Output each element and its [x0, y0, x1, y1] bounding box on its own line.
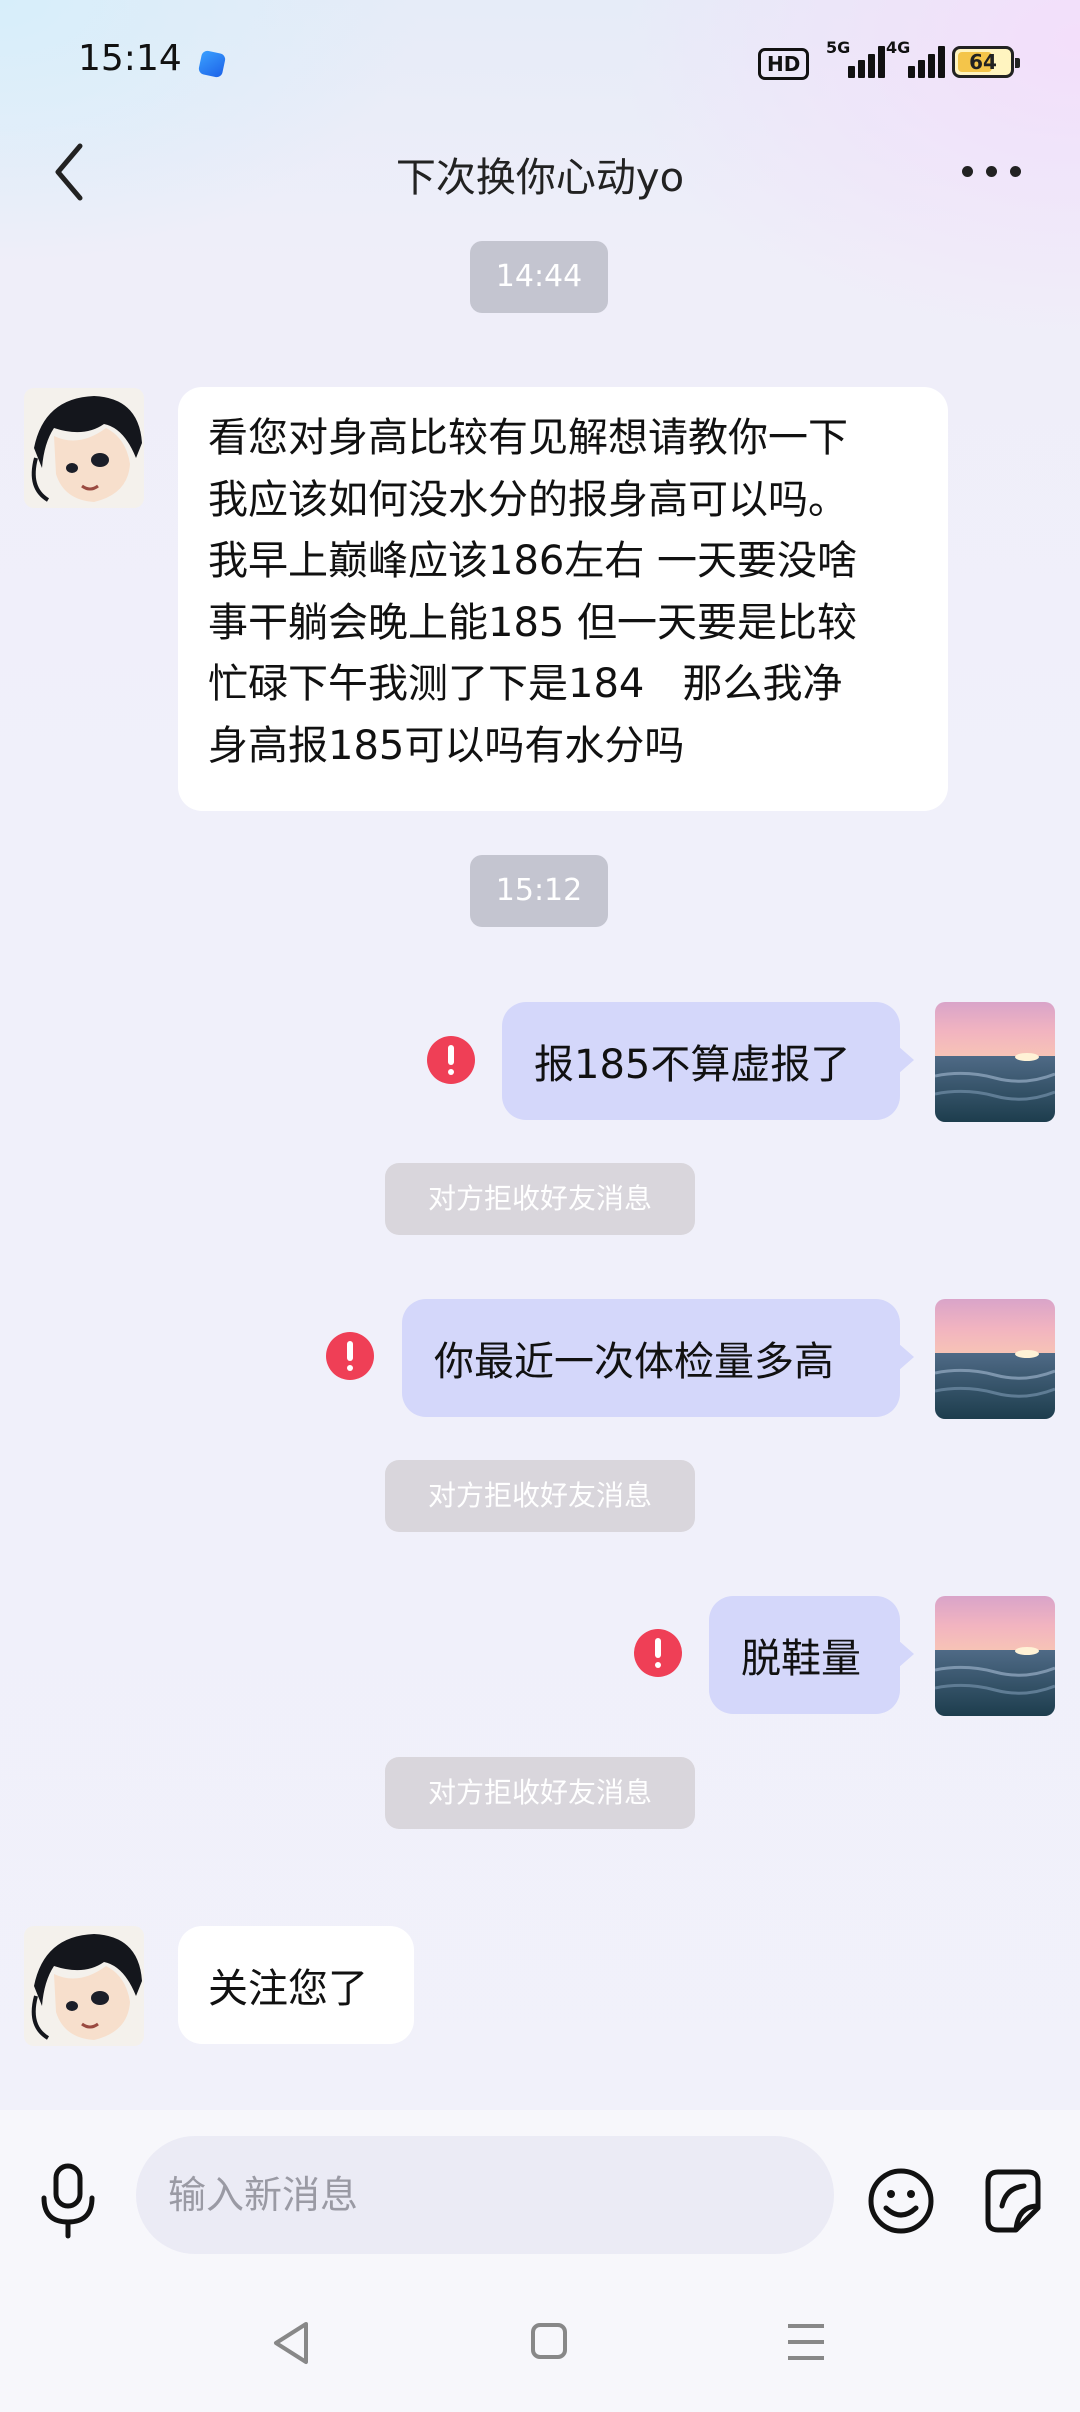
- outgoing-message-text: 报185不算虚报了: [534, 1042, 851, 1088]
- nav-recents-icon[interactable]: [786, 2320, 826, 2364]
- outgoing-message-text: 脱鞋量: [741, 1636, 861, 1682]
- more-horizontal-icon[interactable]: [962, 166, 1022, 180]
- outgoing-message-text: 你最近一次体检量多高: [434, 1339, 834, 1385]
- my-avatar[interactable]: [935, 1002, 1055, 1122]
- timestamp: 14:44: [470, 241, 608, 313]
- nav-back-icon[interactable]: [268, 2318, 314, 2368]
- send-failed-icon[interactable]: [634, 1629, 682, 1677]
- system-notice: 对方拒收好友消息: [385, 1460, 695, 1532]
- signal-4g-icon: 4G: [886, 38, 956, 78]
- send-failed-icon[interactable]: [326, 1332, 374, 1380]
- battery-level: 64: [969, 50, 997, 74]
- status-time: 15:14: [78, 38, 182, 79]
- incoming-message-bubble[interactable]: 关注您了: [178, 1926, 414, 2044]
- contact-avatar[interactable]: [24, 388, 144, 508]
- sunset-sea-avatar-image: [935, 1299, 1055, 1419]
- incoming-message-text: 关注您了: [208, 1966, 368, 2012]
- outgoing-message-bubble[interactable]: 报185不算虚报了: [502, 1002, 914, 1120]
- timestamp: 15:12: [470, 855, 608, 927]
- status-bar: 15:14 HD 5G 4G 64: [0, 0, 1080, 120]
- microphone-icon[interactable]: [36, 2160, 100, 2240]
- system-notice: 对方拒收好友消息: [385, 1163, 695, 1235]
- sticker-icon[interactable]: [978, 2166, 1048, 2236]
- emoji-icon[interactable]: [866, 2166, 936, 2236]
- sunset-sea-avatar-image: [935, 1002, 1055, 1122]
- app-notification-icon: [197, 49, 227, 79]
- hd-voice-icon: HD: [758, 48, 810, 80]
- anime-avatar-image: [24, 388, 144, 508]
- outgoing-message-bubble[interactable]: 你最近一次体检量多高: [402, 1299, 914, 1417]
- incoming-message-text: 看您对身高比较有见解想请教你一下 我应该如何没水分的报身高可以吗。 我早上巅峰应…: [208, 415, 858, 769]
- my-avatar[interactable]: [935, 1596, 1055, 1716]
- sunset-sea-avatar-image: [935, 1596, 1055, 1716]
- send-failed-icon[interactable]: [427, 1036, 475, 1084]
- message-input[interactable]: [136, 2136, 834, 2254]
- system-notice: 对方拒收好友消息: [385, 1757, 695, 1829]
- my-avatar[interactable]: [935, 1299, 1055, 1419]
- chat-title: 下次换你心动yo: [395, 155, 685, 201]
- nav-home-icon[interactable]: [530, 2322, 568, 2360]
- battery-icon: 64: [952, 46, 1020, 78]
- outgoing-message-bubble[interactable]: 脱鞋量: [709, 1596, 914, 1714]
- anime-avatar-image: [24, 1926, 144, 2046]
- contact-avatar[interactable]: [24, 1926, 144, 2046]
- chevron-left-icon[interactable]: [50, 140, 90, 204]
